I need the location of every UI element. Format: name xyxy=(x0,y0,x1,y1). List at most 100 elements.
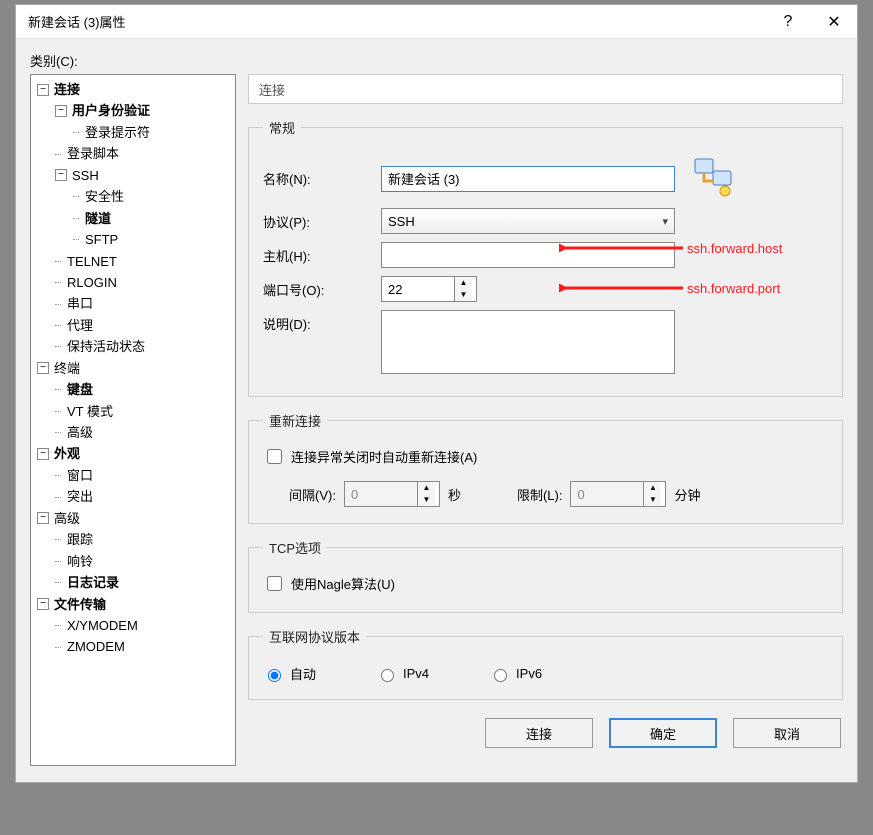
tree-item[interactable]: 隧道 xyxy=(33,208,233,229)
tree-item[interactable]: TELNET xyxy=(33,251,233,272)
spin-down-icon[interactable]: ▼ xyxy=(455,289,472,301)
tree-connector xyxy=(55,325,61,326)
tree-connector xyxy=(73,196,79,197)
tree-item-label: 保持活动状态 xyxy=(65,336,147,357)
tree-connector xyxy=(73,132,79,133)
tree-item[interactable]: 跟踪 xyxy=(33,529,233,550)
section-header: 连接 xyxy=(248,74,843,104)
tree-connector xyxy=(73,218,79,219)
window-title: 新建会话 (3)属性 xyxy=(28,12,765,31)
tree-item-label: TELNET xyxy=(65,251,119,272)
protocol-label: 协议(P): xyxy=(263,212,381,231)
port-spinner[interactable]: ▲ ▼ xyxy=(381,276,477,302)
tree-item[interactable]: −外观 xyxy=(33,443,233,464)
tree-item[interactable]: ZMODEM xyxy=(33,636,233,657)
general-legend: 常规 xyxy=(263,118,301,137)
host-input[interactable] xyxy=(381,242,675,268)
tree-item-label: 突出 xyxy=(65,486,95,507)
spin-up-icon[interactable]: ▲ xyxy=(455,277,472,289)
connect-button[interactable]: 连接 xyxy=(485,718,593,748)
tree-item[interactable]: 高级 xyxy=(33,422,233,443)
collapse-icon[interactable]: − xyxy=(37,362,49,374)
tree-connector xyxy=(55,582,61,583)
tree-item[interactable]: X/YMODEM xyxy=(33,615,233,636)
nagle-checkbox[interactable] xyxy=(267,576,282,591)
ip-auto-label: 自动 xyxy=(290,664,316,683)
ip-v6-option[interactable]: IPv6 xyxy=(489,666,542,682)
tree-item-label: 终端 xyxy=(52,358,82,379)
tree-item[interactable]: −SSH xyxy=(33,165,233,186)
tree-connector xyxy=(55,625,61,626)
tcp-group: TCP选项 使用Nagle算法(U) xyxy=(248,538,843,613)
tree-item[interactable]: 日志记录 xyxy=(33,572,233,593)
tree-item-label: 跟踪 xyxy=(65,529,95,550)
ip-auto-radio[interactable] xyxy=(268,669,281,682)
ok-button[interactable]: 确定 xyxy=(609,718,717,748)
protocol-value: SSH xyxy=(388,214,415,229)
protocol-select[interactable]: SSH ▾ xyxy=(381,208,675,234)
tree-connector xyxy=(55,432,61,433)
tree-item[interactable]: −连接 xyxy=(33,79,233,100)
general-group: 常规 名称(N): xyxy=(248,118,843,397)
tree-connector xyxy=(55,389,61,390)
tree-item[interactable]: −用户身份验证 xyxy=(33,100,233,121)
collapse-icon[interactable]: − xyxy=(37,598,49,610)
ip-v6-radio[interactable] xyxy=(494,669,507,682)
tree-item-label: 用户身份验证 xyxy=(70,100,152,121)
tree-item[interactable]: RLOGIN xyxy=(33,272,233,293)
tree-item[interactable]: −终端 xyxy=(33,358,233,379)
spin-buttons[interactable]: ▲ ▼ xyxy=(454,277,472,301)
tree-item-label: ZMODEM xyxy=(65,636,127,657)
ip-auto-option[interactable]: 自动 xyxy=(263,664,316,683)
ip-v6-label: IPv6 xyxy=(516,666,542,681)
collapse-icon[interactable]: − xyxy=(37,84,49,96)
tree-connector xyxy=(73,239,79,240)
tree-connector xyxy=(55,304,61,305)
tree-item[interactable]: 突出 xyxy=(33,486,233,507)
ip-v4-radio[interactable] xyxy=(381,669,394,682)
tree-item[interactable]: −高级 xyxy=(33,508,233,529)
tree-connector xyxy=(55,261,61,262)
category-tree[interactable]: −连接−用户身份验证登录提示符登录脚本−SSH安全性隧道SFTPTELNETRL… xyxy=(30,74,236,766)
nagle-label: 使用Nagle算法(U) xyxy=(291,574,395,593)
auto-reconnect-checkbox[interactable] xyxy=(267,449,282,464)
tree-item[interactable]: 串口 xyxy=(33,293,233,314)
spin-up-icon: ▲ xyxy=(644,482,661,494)
close-button[interactable]: ✕ xyxy=(811,5,857,38)
name-input[interactable] xyxy=(381,166,675,192)
tree-connector xyxy=(55,561,61,562)
cancel-button[interactable]: 取消 xyxy=(733,718,841,748)
ip-v4-option[interactable]: IPv4 xyxy=(376,666,429,682)
tree-item[interactable]: SFTP xyxy=(33,229,233,250)
tree-item[interactable]: 安全性 xyxy=(33,186,233,207)
tree-item[interactable]: 保持活动状态 xyxy=(33,336,233,357)
collapse-icon[interactable]: − xyxy=(37,512,49,524)
collapse-icon[interactable]: − xyxy=(55,105,67,117)
tree-item[interactable]: 响铃 xyxy=(33,551,233,572)
tree-item[interactable]: VT 模式 xyxy=(33,401,233,422)
reconnect-group: 重新连接 连接异常关闭时自动重新连接(A) 间隔(V): ▲ xyxy=(248,411,843,524)
dialog-body: 类别(C): −连接−用户身份验证登录提示符登录脚本−SSH安全性隧道SFTPT… xyxy=(16,39,857,782)
spin-up-icon: ▲ xyxy=(418,482,435,494)
tree-item[interactable]: 登录脚本 xyxy=(33,143,233,164)
section-title: 连接 xyxy=(259,80,285,99)
tree-item[interactable]: 窗口 xyxy=(33,465,233,486)
collapse-icon[interactable]: − xyxy=(37,448,49,460)
collapse-icon[interactable]: − xyxy=(55,169,67,181)
ipver-group: 互联网协议版本 自动 IPv4 IPv6 xyxy=(248,627,843,700)
help-button[interactable]: ? xyxy=(765,5,811,38)
limit-spinner: ▲ ▼ xyxy=(570,481,666,507)
tree-item[interactable]: −文件传输 xyxy=(33,594,233,615)
tree-item-label: 隧道 xyxy=(83,208,113,229)
desc-textarea[interactable] xyxy=(381,310,675,374)
tree-connector xyxy=(55,475,61,476)
tree-item[interactable]: 代理 xyxy=(33,315,233,336)
limit-label: 限制(L): xyxy=(517,485,563,504)
tree-item[interactable]: 键盘 xyxy=(33,379,233,400)
limit-unit: 分钟 xyxy=(674,485,700,504)
interval-label: 间隔(V): xyxy=(289,485,336,504)
spin-buttons: ▲ ▼ xyxy=(417,482,435,506)
port-input[interactable] xyxy=(382,277,454,301)
titlebar: 新建会话 (3)属性 ? ✕ xyxy=(16,5,857,39)
tree-item[interactable]: 登录提示符 xyxy=(33,122,233,143)
